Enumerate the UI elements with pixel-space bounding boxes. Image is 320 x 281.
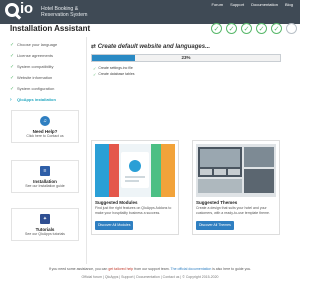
check-icon: ✓ (93, 65, 97, 71)
sidebar-steps: ✓ Choose your language ✓ License agreeme… (10, 39, 85, 105)
check-icon: ✓ (10, 41, 15, 48)
bulb-icon: ✦ (40, 214, 50, 224)
top-header: io Hotel Booking & Reservation System Fo… (0, 0, 300, 24)
installation-guide-card[interactable]: ≡ Installation See our Installation guid… (11, 160, 79, 193)
step-4-check-icon: ✓ (256, 23, 267, 34)
nav-forum[interactable]: Forum (212, 2, 224, 7)
sidebar-item-license: ✓ License agreements (10, 50, 85, 61)
discover-themes-button[interactable]: Discover All Themes (196, 221, 234, 230)
themes-illustration (196, 144, 276, 197)
step-indicator: ✓ ✓ ✓ ✓ ✓ (211, 23, 297, 34)
sidebar-divider (86, 37, 87, 264)
nav-support[interactable]: Support (230, 2, 244, 7)
tailored-help-link[interactable]: get tailored help (108, 267, 133, 271)
modules-illustration (95, 144, 175, 197)
suggested-modules-panel: Suggested Modules Find just the right fe… (91, 140, 179, 235)
installation-step-text: Create default website and languages... (97, 44, 211, 50)
need-help-card[interactable]: ♫ Need Help? Click here to Contact us (11, 110, 79, 143)
footer-links[interactable]: Official forum | QloApps | Support | Doc… (0, 275, 300, 279)
sidebar-item-label: Website information (17, 75, 53, 80)
sidebar-item-label: Choose your language (17, 42, 58, 47)
check-icon: ✓ (93, 71, 97, 77)
arrow-right-icon: › (10, 96, 12, 103)
check-icon: ✓ (10, 63, 15, 70)
installation-step-title: ⇄ Create default website and languages..… (91, 43, 210, 50)
assistance-text: from our support team. (133, 267, 171, 271)
tutorials-card[interactable]: ✦ Tutorials See our QloApps tutorials (11, 208, 79, 241)
logo-subtitle-line2: Reservation System (41, 12, 88, 19)
qloapps-logo[interactable]: io (5, 0, 38, 21)
modules-text: Find just the right features on QloApps … (95, 206, 172, 215)
step-3-check-icon: ✓ (241, 23, 252, 34)
step-5-check-icon: ✓ (271, 23, 282, 34)
book-icon: ≡ (40, 166, 50, 176)
task-label: Create database tables (98, 72, 135, 76)
page-title: Installation Assistant (10, 24, 91, 33)
arrow-icon: ⇄ (91, 44, 98, 50)
sidebar-item-system-config: ✓ System configuration (10, 83, 85, 94)
need-help-text: Click here to Contact us (26, 134, 64, 138)
check-icon: ✓ (10, 85, 15, 92)
logo-subtitle: Hotel Booking & Reservation System (41, 6, 87, 19)
sidebar-item-compatibility: ✓ System compatibility (10, 61, 85, 72)
themes-text: Create a design that suits your hotel an… (196, 206, 270, 215)
suggested-themes-panel: Suggested Themes Create a design that su… (192, 140, 280, 235)
nav-documentation[interactable]: Documentation (251, 2, 278, 7)
sidebar-item-installation: › QloApps installation (10, 94, 85, 105)
headset-icon: ♫ (40, 116, 50, 126)
step-1-check-icon: ✓ (211, 23, 222, 34)
sidebar-item-label: License agreements (17, 53, 54, 58)
task-item: ✓ Create database tables (93, 71, 135, 77)
logo-q-mark (5, 3, 19, 17)
step-2-check-icon: ✓ (226, 23, 237, 34)
installation-text: See our Installation guide (25, 184, 65, 188)
nav-blog[interactable]: Blog (285, 2, 293, 7)
themes-title: Suggested Themes (196, 200, 238, 205)
tutorials-text: See our QloApps tutorials (25, 232, 65, 236)
sidebar-item-label: System compatibility (17, 64, 54, 69)
task-list: ✓ Create settings.inc file ✓ Create data… (93, 65, 135, 77)
sidebar-item-website-info: ✓ Website information (10, 72, 85, 83)
sidebar-item-label: QloApps installation (17, 97, 56, 102)
assistance-text: is also here to guide you. (211, 267, 252, 271)
documentation-link[interactable]: The official documentation (171, 267, 212, 271)
sidebar-item-label: System configuration (17, 86, 55, 91)
step-6-empty-icon (286, 23, 297, 34)
task-label: Create settings.inc file (98, 66, 133, 70)
check-icon: ✓ (10, 52, 15, 59)
assistance-note: If you need some assistance, you can get… (0, 267, 300, 271)
progress-label: 23% (181, 55, 191, 60)
installation-progress-bar: 23% (91, 54, 281, 62)
check-icon: ✓ (10, 74, 15, 81)
modules-title: Suggested Modules (95, 200, 138, 205)
top-nav: Forum Support Documentation Blog (212, 2, 294, 7)
discover-modules-button[interactable]: Discover All Modules (95, 221, 134, 230)
assistance-text: If you need some assistance, you can (48, 267, 109, 271)
sidebar-item-language: ✓ Choose your language (10, 39, 85, 50)
logo-text: io (20, 0, 33, 17)
